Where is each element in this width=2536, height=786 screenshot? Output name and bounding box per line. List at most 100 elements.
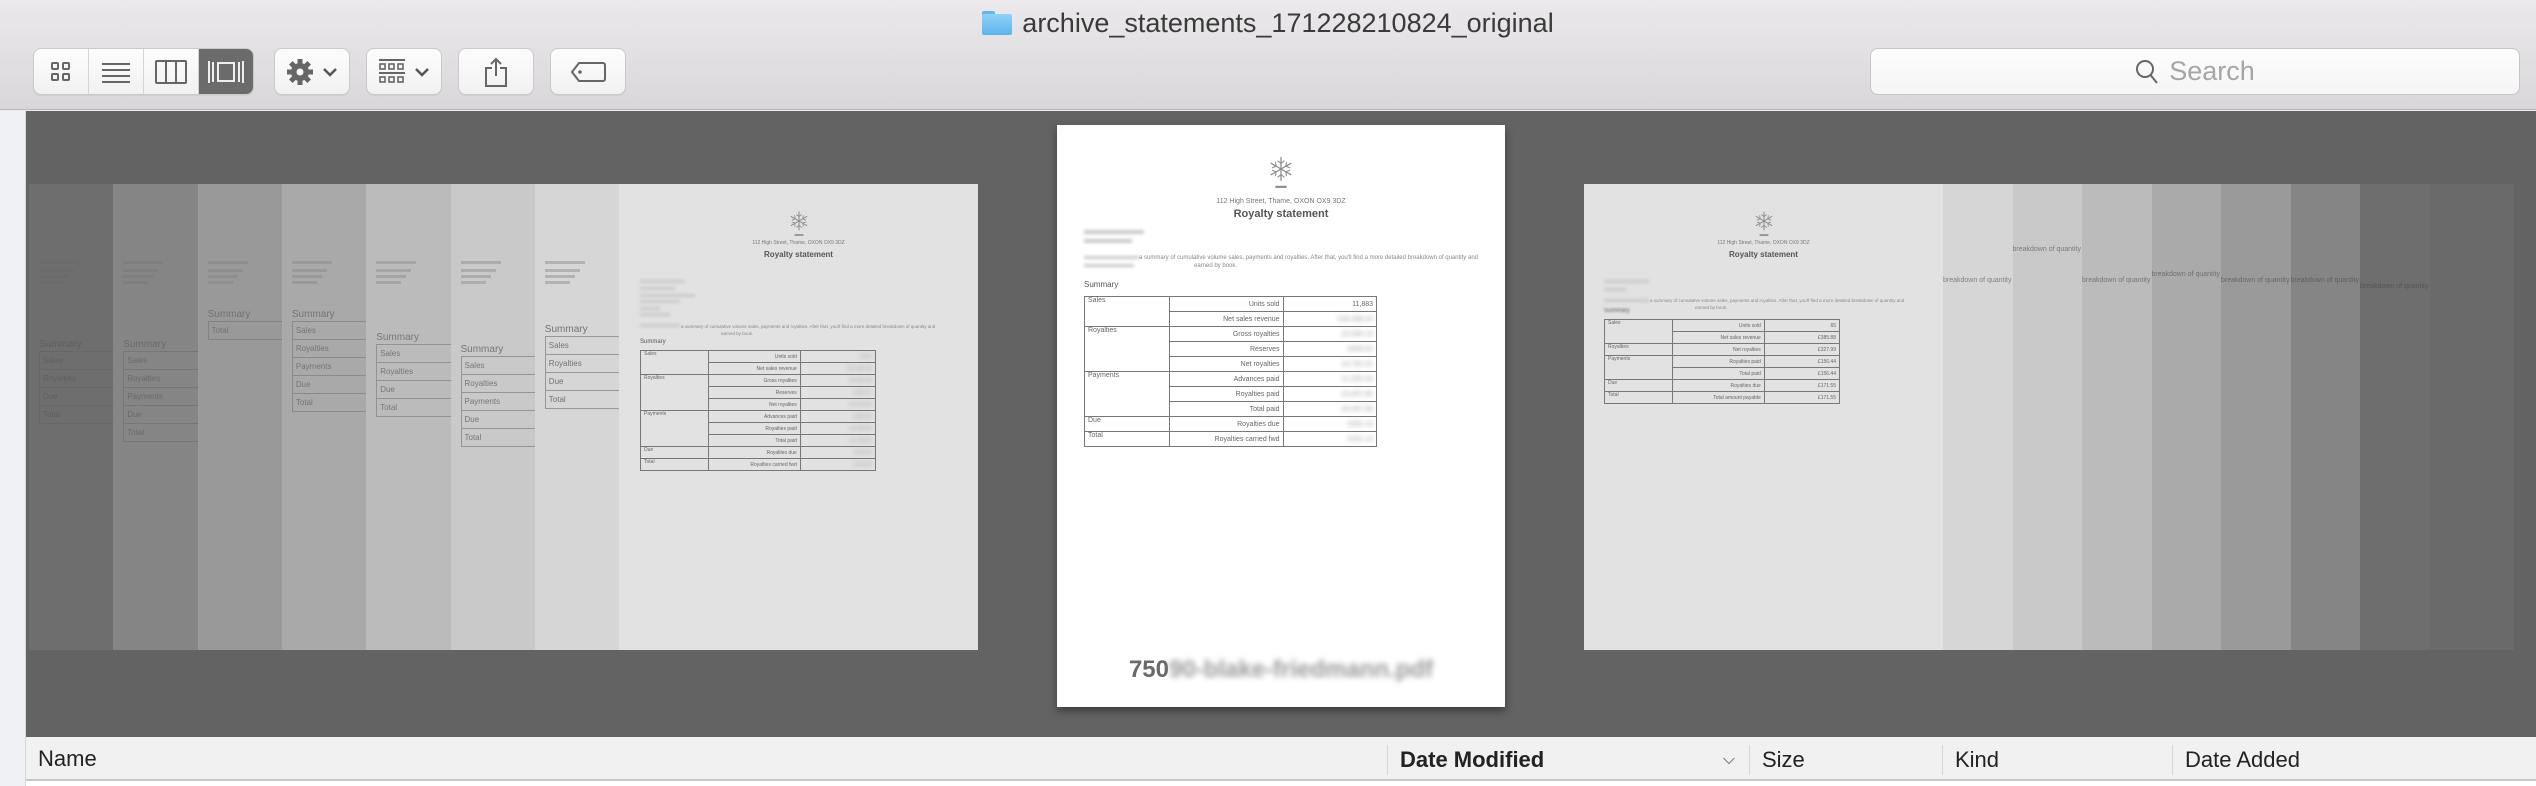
summary-heading: Summary	[1604, 308, 1630, 314]
stacked-page-left[interactable]: Summary Sales Royalties Payments Due Total	[113, 184, 199, 650]
table-row: Payments Advances paid £1,500.00	[1084, 371, 1378, 417]
intro-text-fragment: breakdown of quantity and	[2221, 277, 2291, 284]
row-value: £478.59	[799, 446, 877, 459]
row-category: Sales	[1084, 296, 1170, 327]
redacted-text	[640, 280, 685, 283]
row-label: Gross royalties	[708, 374, 801, 387]
cover-page-left[interactable]: 112 High Street, Thame, OXON OX9 3DZ Roya…	[619, 184, 978, 650]
row-label: Units sold	[1168, 296, 1284, 312]
stacked-page-left[interactable]: Summary Sales Royalties Payments Due Total	[281, 184, 367, 650]
row-label: Units sold	[1672, 319, 1765, 332]
search-icon	[2136, 59, 2158, 84]
summary-heading: Summary	[39, 339, 82, 350]
table-row: Royalties Gross royalties £5,590.13	[1084, 326, 1378, 372]
intro-text-line2: earned by book.	[1194, 263, 1238, 269]
redacted-text	[1604, 280, 1649, 283]
summary-table: Sales Royalties Payments Due Total	[460, 356, 536, 447]
row-value: £15,481.00	[799, 362, 877, 375]
cover-flow-area[interactable]: Summary Sales Royalties Due Total Summary Sale…	[26, 111, 2536, 737]
stacked-page-right[interactable]: breakdown of quantity and	[2221, 184, 2291, 650]
folder-icon	[982, 11, 1013, 35]
action-menu-button[interactable]	[274, 48, 350, 95]
redacted-text	[291, 261, 332, 264]
redacted-text	[640, 300, 680, 303]
summary-table: Sales Royalties Due Total	[544, 336, 620, 409]
row-category: Sales	[545, 337, 620, 355]
row-category: Due	[1603, 379, 1674, 392]
row-category: Payments	[292, 358, 367, 376]
row-value: £2,178.59	[799, 398, 877, 411]
statement-title: Royalty statement	[1233, 208, 1329, 220]
cover-flow-view-button[interactable]	[199, 49, 253, 94]
sidebar-edge[interactable]	[0, 111, 26, 786]
redacted-text	[544, 269, 580, 272]
column-header-date-added[interactable]: Date Added	[2172, 745, 2536, 775]
row-label: Net royalties	[708, 398, 801, 411]
row-category: Payments	[1603, 355, 1674, 380]
stacked-page-left[interactable]: Summary Total	[197, 184, 283, 650]
list-view-button[interactable]	[89, 49, 144, 94]
view-mode-group	[33, 48, 254, 95]
column-header-size[interactable]: Size	[1749, 745, 1942, 775]
redacted-text	[460, 269, 496, 272]
table-row: Total Royalties carried fwd £351.14	[1084, 431, 1378, 447]
coverflow-icon	[208, 60, 244, 83]
row-label: Net sales revenue	[1168, 311, 1284, 327]
row-category: Payments	[1084, 371, 1170, 417]
intro-text-fragment: breakdown of quantity and	[2082, 277, 2152, 284]
stacked-page-right[interactable]: breakdown of quantity and	[2290, 184, 2361, 650]
stacked-page-left[interactable]: Summary Sales Royalties Due Total	[366, 184, 452, 650]
redacted-text	[640, 313, 670, 316]
stacked-page-right[interactable]: breakdown of quantity and	[2012, 184, 2083, 650]
tags-button[interactable]	[550, 48, 626, 95]
share-button[interactable]	[458, 48, 534, 95]
row-value: 65	[1763, 319, 1841, 332]
column-view-button[interactable]	[144, 49, 199, 94]
row-category: Due	[377, 381, 452, 399]
arrange-menu-button[interactable]	[366, 48, 442, 95]
cover-page-selected[interactable]: 112 High Street, Thame, OXON OX9 3DZ Roya…	[1057, 125, 1505, 707]
row-value: £1,500.00	[1282, 371, 1378, 387]
grid-icon	[51, 61, 70, 81]
stacked-page-right[interactable]: breakdown of quantity and	[2082, 184, 2152, 650]
stacked-page-right[interactable]: breakdown of quantity and	[2360, 184, 2430, 650]
row-value: £302.41	[799, 386, 877, 399]
column-header-kind[interactable]: Kind	[1942, 745, 2172, 775]
table-row: Payments Royalties paid £156.44	[1603, 355, 1841, 380]
row-category: Due	[124, 406, 199, 424]
stacked-page-left[interactable]: Summary Sales Royalties Due Total	[29, 184, 114, 650]
row-label: Royalties due	[1168, 416, 1284, 432]
row-label: Units sold	[708, 350, 801, 363]
row-label: Advances paid	[708, 410, 801, 423]
row-category: Total	[43, 410, 60, 419]
row-value: £4,781.61	[1282, 356, 1378, 372]
search-field[interactable]: Search	[1870, 48, 2520, 95]
snowflake-logo-icon	[1270, 157, 1292, 188]
row-value: £3,407.66	[1282, 386, 1378, 402]
column-header-date-modified[interactable]: Date Modified ⌵	[1387, 745, 1749, 775]
column-header-name[interactable]: Name	[26, 737, 1387, 781]
redacted-text	[123, 269, 159, 272]
stacked-page-right[interactable]: breakdown of quantity and	[1943, 184, 2013, 650]
cover-page-right[interactable]: 112 High Street, Thame, OXON OX9 3DZ Roya…	[1584, 184, 1943, 650]
table-row: Total Royalties carried fwd £478.59	[639, 458, 877, 471]
row-value: £500.00	[799, 410, 877, 423]
row-category: Royalties	[1084, 326, 1170, 372]
stacked-page-left[interactable]: Summary Sales Royalties Due Total	[534, 184, 620, 650]
intro-text-fragment: breakdown of quantity and	[2012, 246, 2083, 253]
selected-filename: 75090-blake-friedmann.pdf	[1128, 656, 1434, 683]
stacked-page-right[interactable]	[2429, 184, 2514, 650]
list-icon	[102, 62, 130, 83]
file-list[interactable]	[26, 781, 2536, 786]
icon-view-button[interactable]	[34, 49, 89, 94]
row-label: Advances paid	[1168, 371, 1284, 387]
stacked-page-left[interactable]: Summary Sales Royalties Payments Due Total	[450, 184, 536, 650]
row-label: Royalties paid	[1168, 386, 1284, 402]
redacted-text	[123, 261, 164, 264]
redacted-text	[640, 294, 695, 297]
stacked-page-right[interactable]: breakdown of quantity and	[2151, 184, 2222, 650]
row-category: Due	[545, 373, 620, 391]
row-label: Net royalties	[1168, 356, 1284, 372]
table-row: Due Royalties due £351.14	[1084, 416, 1378, 432]
redacted-text	[544, 261, 585, 264]
